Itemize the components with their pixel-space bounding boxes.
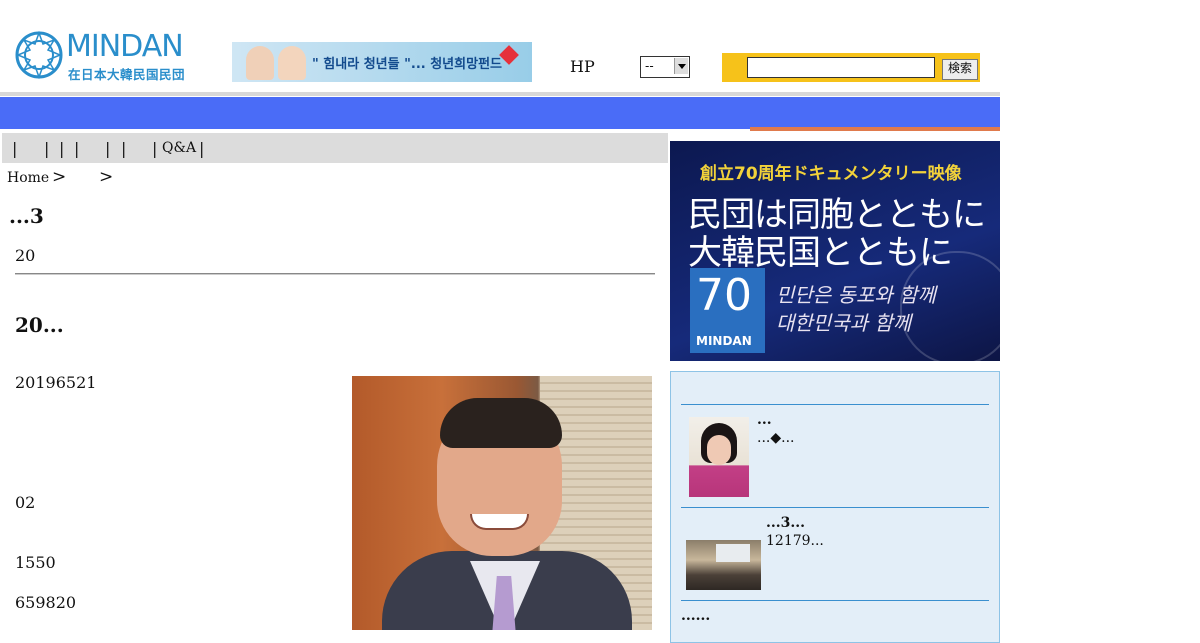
- anniversary-documentary-banner[interactable]: 創立70周年ドキュメンタリー映像 民団は同胞とともに 大韓民国とともに 70 M…: [670, 141, 1000, 361]
- section-heading: ...3: [9, 204, 44, 228]
- banner-70-badge: 70 MINDAN: [690, 268, 765, 353]
- news-item-text: 12179...: [766, 533, 824, 549]
- submenu-separator: |: [199, 139, 205, 158]
- logo-subtext: 在日本大韓民国民団: [68, 67, 186, 82]
- banner-korean-text: 민단은 동포와 함께: [776, 283, 936, 307]
- mindan-emblem-icon: [15, 30, 63, 80]
- badge-text: MINDAN: [696, 334, 752, 348]
- youth-hope-fund-banner[interactable]: " 힘내라 청년들 "... 청년희망펀드: [232, 42, 532, 82]
- banner-person-image: [246, 46, 274, 80]
- breadcrumb-separator: >: [52, 167, 67, 187]
- submenu-bar: | | | | | | | Q&A |: [2, 133, 668, 163]
- banner-text: " 힘내라 청년들 "... 청년희망펀드: [312, 57, 502, 72]
- select-value: --: [645, 59, 654, 73]
- banner-headline: 大韓民国とともに: [688, 233, 953, 273]
- submenu-separator: |: [59, 139, 65, 158]
- hp-select[interactable]: --: [640, 56, 690, 78]
- news-thumbnail: [689, 417, 749, 497]
- thumbnail-face: [707, 435, 731, 465]
- breadcrumb-separator: >: [99, 167, 114, 187]
- chevron-down-icon: [674, 58, 688, 74]
- search-area: 検索: [722, 53, 980, 82]
- mindan-logo[interactable]: MINDAN 在日本大韓民国民団: [14, 30, 204, 82]
- article-date: 20: [15, 246, 36, 265]
- news-thumbnail: [686, 540, 761, 590]
- badge-number: 70: [696, 270, 752, 321]
- article-paragraph: 1550: [15, 553, 56, 572]
- submenu-separator: |: [105, 139, 111, 158]
- news-item-title[interactable]: ...: [757, 412, 772, 428]
- hp-label: HP: [570, 57, 595, 76]
- heart-icon: [499, 45, 519, 65]
- submenu-separator: |: [44, 139, 50, 158]
- news-item-text: ...◆...: [757, 430, 795, 446]
- submenu-separator: |: [152, 139, 158, 158]
- banner-korean-text: 대한민국과 함께: [776, 311, 912, 335]
- thumbnail-screen: [716, 544, 750, 562]
- sidebar-divider: [681, 404, 989, 405]
- main-navigation-bar[interactable]: [0, 97, 1000, 129]
- breadcrumb: Home > >: [7, 167, 113, 187]
- photo-hair: [440, 398, 562, 448]
- submenu-separator: |: [74, 139, 80, 158]
- search-input[interactable]: [747, 57, 935, 78]
- banner-person-image: [278, 46, 306, 80]
- photo-smile: [470, 514, 529, 530]
- news-sidebar: ... ...◆... ...3... 12179... ......: [670, 371, 1000, 643]
- logo-text: MINDAN: [66, 29, 184, 64]
- nav-accent-line: [750, 127, 1000, 131]
- article-title: 20...: [15, 313, 64, 337]
- banner-top-text: 創立70周年ドキュメンタリー映像: [700, 164, 962, 184]
- sidebar-divider: [681, 600, 989, 601]
- breadcrumb-home-link[interactable]: Home: [7, 170, 49, 186]
- search-button[interactable]: 検索: [942, 59, 978, 80]
- article-paragraph: 20196521: [15, 373, 97, 392]
- news-item-title[interactable]: ......: [681, 608, 710, 624]
- article-paragraph: 659820: [15, 593, 77, 612]
- submenu-separator: |: [12, 139, 18, 158]
- article-paragraph: 02: [15, 493, 36, 512]
- submenu-item-qa[interactable]: Q&A: [162, 140, 196, 156]
- article-photo: [352, 376, 652, 630]
- header-divider: [0, 92, 1000, 96]
- submenu-separator: |: [121, 139, 127, 158]
- news-item-title[interactable]: ...3...: [766, 515, 805, 531]
- content-divider: [15, 273, 655, 275]
- sidebar-divider: [681, 507, 989, 508]
